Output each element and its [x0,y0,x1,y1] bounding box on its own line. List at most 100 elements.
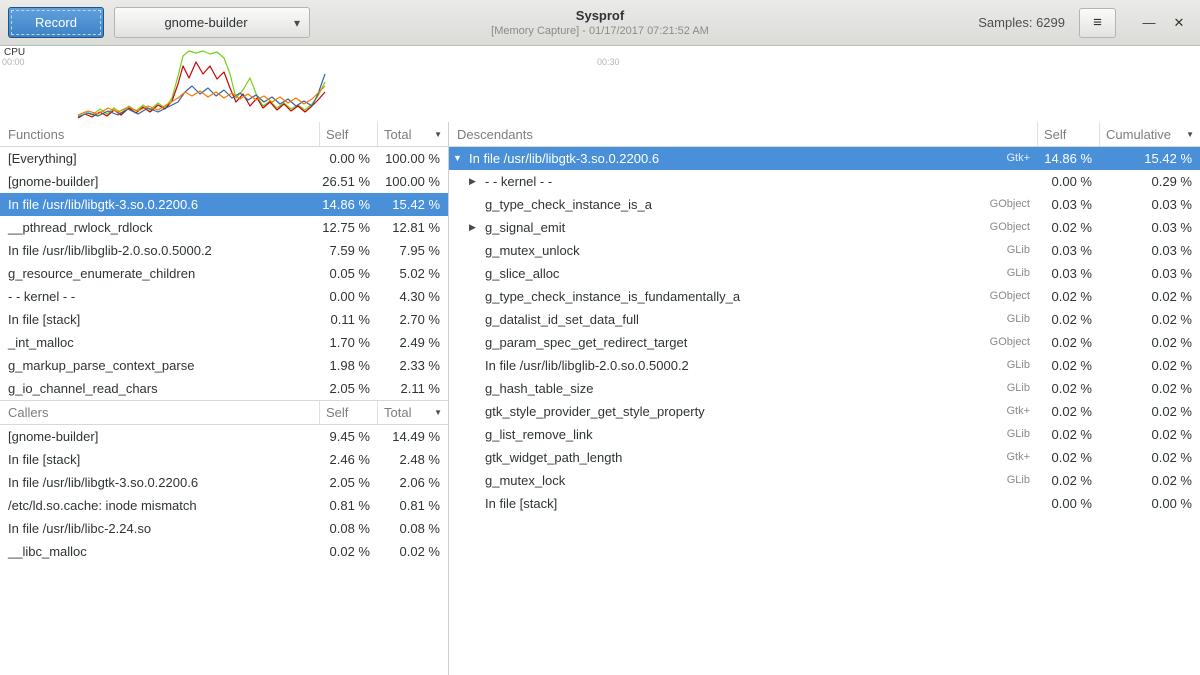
descendants-table: ▼ In file /usr/lib/libgtk-3.so.0.2200.6 … [449,147,1200,515]
functions-column-header[interactable]: Functions [0,122,320,146]
self-percent: 1.98 % [320,354,378,377]
table-row[interactable]: [gnome-builder] 26.51 % 100.00 % [0,170,448,193]
function-name: - - kernel - - [485,170,552,193]
library-category-label: GObject [968,331,1038,354]
table-row[interactable]: g_resource_enumerate_children 0.05 % 5.0… [0,262,448,285]
descendants-self-column-header[interactable]: Self [1038,122,1100,146]
library-category-label: Gtk+ [968,400,1038,423]
self-percent: 7.59 % [320,239,378,262]
capture-subtitle: [Memory Capture] - 01/17/2017 07:21:52 A… [491,24,709,38]
table-row[interactable]: In file /usr/lib/libgtk-3.so.0.2200.6 2.… [0,471,448,494]
cumulative-percent: 0.03 % [1100,193,1200,216]
cumulative-percent: 0.03 % [1100,216,1200,239]
row-expander-icon[interactable]: ▼ [453,147,469,170]
function-name: In file /usr/lib/libglib-2.0.so.0.5000.2 [485,354,689,377]
function-name: __pthread_rwlock_rdlock [0,216,320,239]
table-row[interactable]: g_datalist_id_set_data_full GLib 0.02 % … [449,308,1200,331]
table-row[interactable]: In file /usr/lib/libc-2.24.so 0.08 % 0.0… [0,517,448,540]
total-percent: 2.70 % [378,308,448,331]
table-row[interactable]: g_slice_alloc GLib 0.03 % 0.03 % [449,262,1200,285]
row-expander-icon[interactable]: ▶ [469,170,485,193]
cumulative-percent: 0.02 % [1100,469,1200,492]
cumulative-percent: 0.02 % [1100,423,1200,446]
function-name: __libc_malloc [0,540,320,563]
process-selector-value: gnome-builder [164,15,247,30]
table-row[interactable]: ▶ g_signal_emit GObject 0.02 % 0.03 % [449,216,1200,239]
descendant-name-cell: g_mutex_lock [449,469,968,492]
self-percent: 2.46 % [320,448,378,471]
close-button[interactable]: ✕ [1166,10,1192,36]
self-percent: 0.02 % [1038,308,1100,331]
cpu-timeline-graph[interactable]: CPU 00:00 00:30 [0,46,1200,122]
self-percent: 0.05 % [320,262,378,285]
function-name: /etc/ld.so.cache: inode mismatch [0,494,320,517]
table-row[interactable]: In file /usr/lib/libglib-2.0.so.0.5000.2… [0,239,448,262]
table-row[interactable]: g_type_check_instance_is_a GObject 0.03 … [449,193,1200,216]
functions-total-column-header[interactable]: Total ▼ [378,122,448,146]
row-expander-icon[interactable]: ▶ [469,216,485,239]
hamburger-menu-button[interactable]: ≡ [1079,8,1116,38]
functions-self-column-header[interactable]: Self [320,122,378,146]
table-row[interactable]: g_mutex_lock GLib 0.02 % 0.02 % [449,469,1200,492]
table-row[interactable]: g_hash_table_size GLib 0.02 % 0.02 % [449,377,1200,400]
table-row[interactable]: gtk_style_provider_get_style_property Gt… [449,400,1200,423]
self-percent: 0.02 % [1038,216,1100,239]
table-row[interactable]: ▶ - - kernel - - 0.00 % 0.29 % [449,170,1200,193]
table-row[interactable]: [gnome-builder] 9.45 % 14.49 % [0,425,448,448]
function-name: g_list_remove_link [485,423,593,446]
self-percent: 0.02 % [1038,331,1100,354]
self-percent: 0.02 % [1038,446,1100,469]
window-title-block: Sysprof [Memory Capture] - 01/17/2017 07… [491,7,709,38]
self-percent: 0.02 % [1038,285,1100,308]
table-row[interactable]: g_type_check_instance_is_fundamentally_a… [449,285,1200,308]
headerbar-right: Samples: 6299 ≡ — ✕ [978,8,1192,38]
table-row[interactable]: ▼ In file /usr/lib/libgtk-3.so.0.2200.6 … [449,147,1200,170]
callers-column-header[interactable]: Callers [0,401,320,424]
total-percent: 2.48 % [378,448,448,471]
descendant-name-cell: g_type_check_instance_is_a [449,193,968,216]
table-row[interactable]: [Everything] 0.00 % 100.00 % [0,147,448,170]
table-row[interactable]: In file [stack] 0.00 % 0.00 % [449,492,1200,515]
table-row[interactable]: _int_malloc 1.70 % 2.49 % [0,331,448,354]
table-row[interactable]: g_list_remove_link GLib 0.02 % 0.02 % [449,423,1200,446]
table-row[interactable]: - - kernel - - 0.00 % 4.30 % [0,285,448,308]
minimize-icon: — [1143,15,1156,30]
cumulative-percent: 0.02 % [1100,331,1200,354]
table-row[interactable]: g_io_channel_read_chars 2.05 % 2.11 % [0,377,448,400]
table-row[interactable]: g_mutex_unlock GLib 0.03 % 0.03 % [449,239,1200,262]
table-row[interactable]: In file [stack] 0.11 % 2.70 % [0,308,448,331]
function-name: g_io_channel_read_chars [0,377,320,400]
function-name: g_hash_table_size [485,377,593,400]
total-percent: 100.00 % [378,170,448,193]
descendant-name-cell: gtk_widget_path_length [449,446,968,469]
functions-table-header: Functions Self Total ▼ [0,122,448,147]
menu-icon: ≡ [1093,14,1102,31]
table-row[interactable]: In file [stack] 2.46 % 2.48 % [0,448,448,471]
table-row[interactable]: In file /usr/lib/libgtk-3.so.0.2200.6 14… [0,193,448,216]
record-button[interactable]: Record [8,7,104,38]
sysprof-window: Record gnome-builder ▾ Sysprof [Memory C… [0,0,1200,675]
callers-self-column-header[interactable]: Self [320,401,378,424]
descendants-column-header[interactable]: Descendants [449,122,1038,146]
function-name: In file [stack] [485,492,557,515]
functions-table: [Everything] 0.00 % 100.00 % [gnome-buil… [0,147,448,400]
table-row[interactable]: g_param_spec_get_redirect_target GObject… [449,331,1200,354]
table-row[interactable]: gtk_widget_path_length Gtk+ 0.02 % 0.02 … [449,446,1200,469]
self-percent: 0.81 % [320,494,378,517]
table-row[interactable]: /etc/ld.so.cache: inode mismatch 0.81 % … [0,494,448,517]
table-row[interactable]: __pthread_rwlock_rdlock 12.75 % 12.81 % [0,216,448,239]
table-row[interactable]: g_markup_parse_context_parse 1.98 % 2.33… [0,354,448,377]
callers-table-header: Callers Self Total ▼ [0,400,448,425]
self-percent: 0.02 % [1038,354,1100,377]
process-selector-dropdown[interactable]: gnome-builder ▾ [114,7,310,38]
table-row[interactable]: In file /usr/lib/libglib-2.0.so.0.5000.2… [449,354,1200,377]
minimize-button[interactable]: — [1136,10,1162,36]
sort-indicator-icon: ▼ [1186,130,1194,139]
library-category-label: GObject [968,193,1038,216]
library-category-label: Gtk+ [968,147,1038,170]
cumulative-percent: 0.02 % [1100,285,1200,308]
descendants-cumulative-column-header[interactable]: Cumulative ▼ [1100,122,1200,146]
callers-total-column-header[interactable]: Total ▼ [378,401,448,424]
total-percent: 7.95 % [378,239,448,262]
table-row[interactable]: __libc_malloc 0.02 % 0.02 % [0,540,448,563]
